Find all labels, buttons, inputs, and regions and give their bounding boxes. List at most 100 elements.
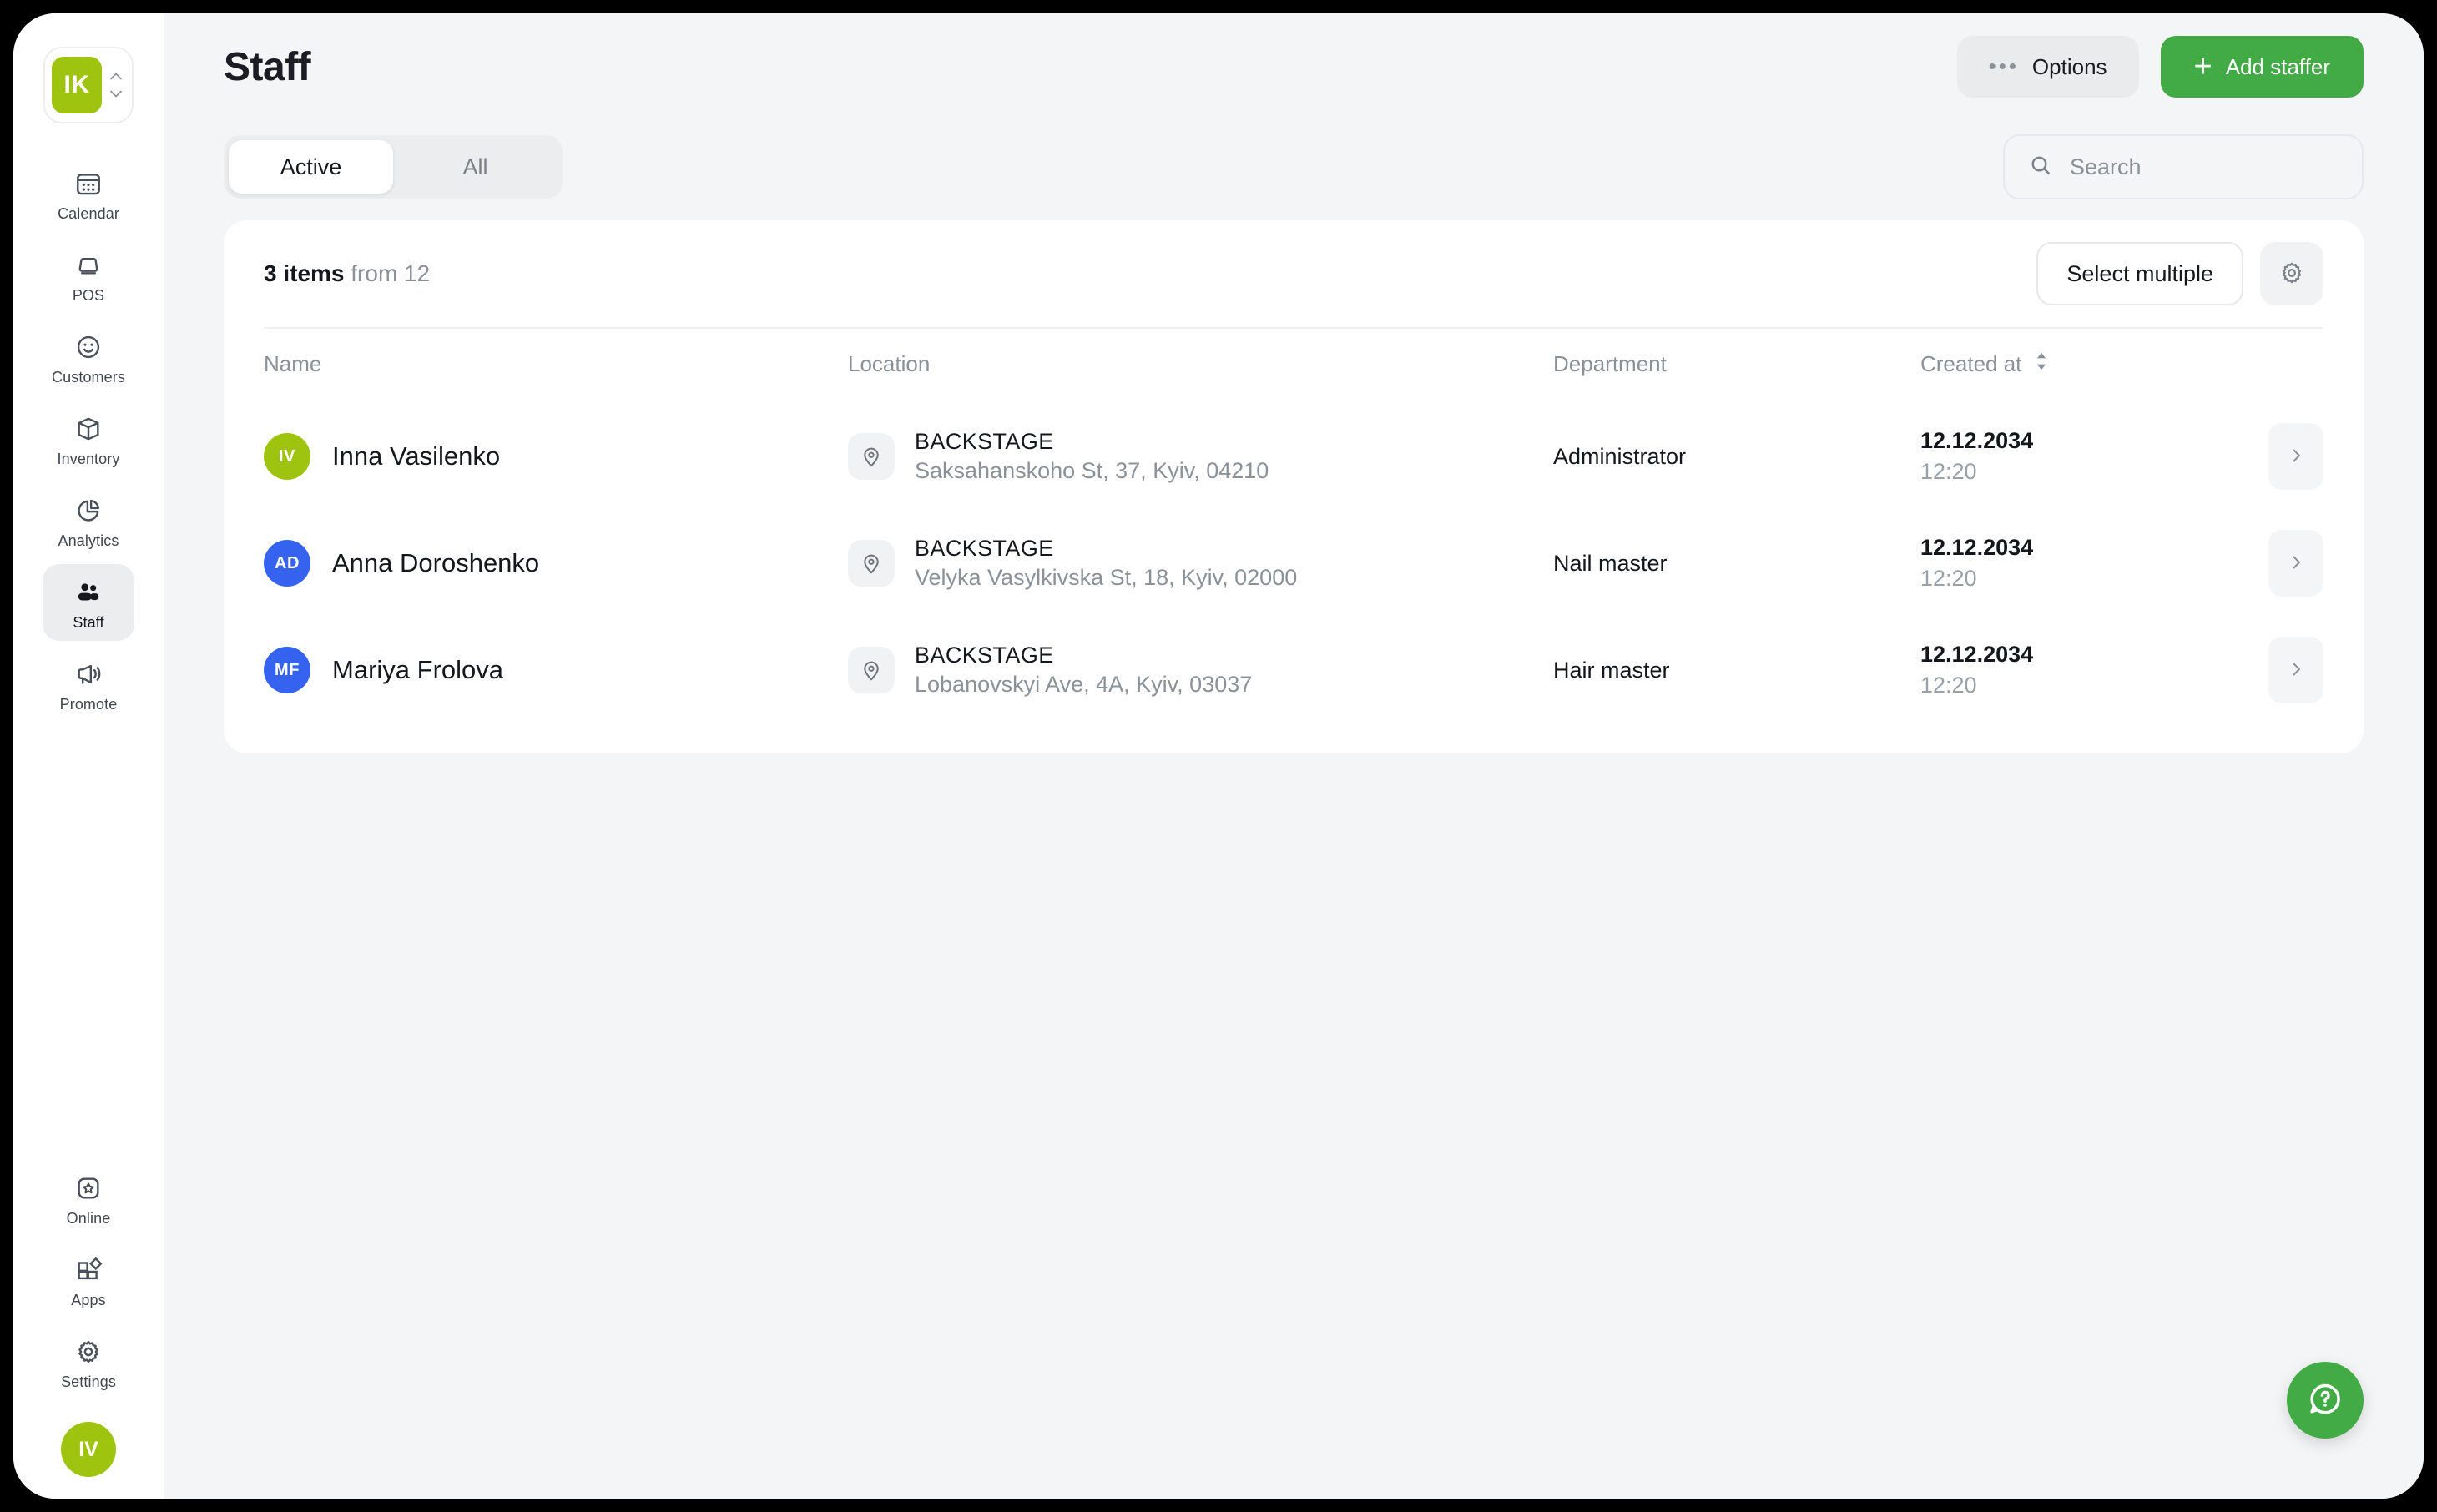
sidebar-item-online[interactable]: Online [43,1160,134,1237]
avatar[interactable]: IV [61,1422,116,1477]
star-square-icon [72,1172,105,1205]
box-icon [72,412,105,446]
table-header-row: Name Location Department Created at [264,328,2323,403]
search-box[interactable] [2003,134,2364,199]
add-staffer-button-label: Add staffer [2226,54,2330,80]
column-header-name[interactable]: Name [264,328,848,403]
column-header-department[interactable]: Department [1553,328,1920,403]
table-row[interactable]: IVInna VasilenkoBACKSTAGESaksahanskoho S… [264,403,2323,510]
sidebar-item-pos[interactable]: POS [43,237,134,314]
avatar: MF [264,647,310,693]
sidebar-item-inventory[interactable]: Inventory [43,401,134,477]
created-date: 12.12.2034 [1920,642,2204,668]
card-header: 3 items from 12 Select multiple [264,220,2323,327]
page-title: Staff [224,44,310,90]
cell-department: Nail master [1553,510,1920,617]
cell-created-at: 12.12.203412:20 [1920,403,2204,510]
sidebar-item-label: Calendar [58,206,119,221]
row-open-button[interactable] [2268,637,2323,703]
add-staffer-button[interactable]: + Add staffer [2161,36,2364,98]
cell-name: MF Mariya Frolova [264,617,848,723]
tab-all[interactable]: All [393,140,558,194]
table-head: Name Location Department Created at [264,328,2323,403]
sidebar-item-settings[interactable]: Settings [43,1323,134,1400]
column-header-created-at-label: Created at [1920,351,2021,377]
location-pin-icon [848,433,895,480]
created-date: 12.12.2034 [1920,428,2204,454]
items-count: 3 items from 12 [264,260,430,287]
items-count-strong: 3 items [264,260,345,286]
table-settings-button[interactable] [2260,242,2323,305]
sidebar-item-customers[interactable]: Customers [43,319,134,396]
options-button[interactable]: ••• Options [1957,36,2139,98]
smiley-icon [72,330,105,364]
location-pin-icon [848,540,895,587]
sidebar-nav-top: Calendar POS [43,155,134,723]
avatar: IV [264,433,310,480]
calendar-icon [72,167,105,200]
sort-control[interactable]: Created at [1920,350,2050,378]
header-actions: ••• Options + Add staffer [1957,36,2364,98]
sidebar-item-analytics[interactable]: Analytics [43,482,134,559]
cell-actions [2204,617,2323,723]
cell-name: AD Anna Doroshenko [264,510,848,617]
sidebar: IK Calendar [13,13,164,1499]
cell-created-at: 12.12.2034 12:20 [1920,510,2204,617]
cell-location: BACKSTAGEVelyka Vasylkivska St, 18, Kyiv… [848,510,1553,617]
sidebar-item-label: Online [67,1211,111,1226]
cell-created-at: 12.12.203412:20 [1920,617,2204,723]
people-icon [72,576,105,609]
location-pin-icon [848,647,895,693]
department: Nail master [1553,551,1668,576]
page-header: Staff ••• Options + Add staffer [224,13,2364,120]
sidebar-item-label: Settings [61,1374,116,1389]
row-open-button[interactable] [2268,530,2323,597]
brand-avatar: IK [52,57,102,113]
created-date: 12.12.2034 [1920,535,2204,561]
created-time: 12:20 [1920,566,2204,592]
person-name: Anna Doroshenko [332,548,539,578]
sidebar-item-apps[interactable]: Apps [43,1242,134,1318]
avatar: AD [264,540,310,587]
select-multiple-button[interactable]: Select multiple [2036,242,2243,305]
search-input[interactable] [2070,154,2339,180]
table-row[interactable]: AD Anna Doroshenko BACKSTAGEVelyka Vasylki… [264,510,2323,617]
main-content: Staff ••• Options + Add staffer Active A… [164,13,2424,1499]
person-name: Mariya Frolova [332,655,503,685]
chevron-right-icon [2286,659,2306,682]
location-address: Lobanovskyi Ave, 4A, Kyiv, 03037 [915,672,1252,698]
row-open-button[interactable] [2268,423,2323,490]
pos-icon [72,249,105,282]
chevron-right-icon [2286,446,2306,468]
cell-location: BACKSTAGE Saksahanskoho St, 37, Kyiv, 042… [848,403,1553,510]
ellipsis-icon: ••• [1989,60,2019,73]
column-header-location[interactable]: Location [848,328,1553,403]
sidebar-item-label: POS [73,288,104,303]
location-title: BACKSTAGE [915,643,1252,668]
sidebar-item-label: Analytics [58,533,119,548]
sidebar-item-staff[interactable]: Staff [43,564,134,641]
sidebar-item-promote[interactable]: Promote [43,646,134,723]
items-count-rest: from 12 [345,260,431,286]
location-address: Saksahanskoho St, 37, Kyiv, 04210 [915,458,1269,484]
department: Administrator [1553,444,1686,469]
table-row[interactable]: MF Mariya Frolova BACKSTAGE Lobanovskyi Ave… [264,617,2323,723]
chevron-right-icon [2286,552,2306,575]
megaphone-icon [72,658,105,691]
column-header-created-at[interactable]: Created at [1920,328,2204,403]
cell-department: Administrator [1553,403,1920,510]
brand-switcher[interactable]: IK [43,47,134,123]
location-title: BACKSTAGE [915,536,1297,562]
help-button[interactable] [2287,1362,2364,1439]
filter-bar: Active All [224,120,2364,214]
gear-icon [72,1335,105,1368]
sidebar-nav-bottom: Online Apps [43,1160,134,1477]
staff-list-card: 3 items from 12 Select multiple [224,220,2364,753]
sidebar-item-calendar[interactable]: Calendar [43,155,134,232]
search-icon [2028,153,2053,182]
location-title: BACKSTAGE [915,429,1269,455]
options-button-label: Options [2032,54,2107,80]
gear-icon [2278,260,2305,289]
sort-arrows-icon [2033,350,2050,378]
tab-active[interactable]: Active [229,140,393,194]
